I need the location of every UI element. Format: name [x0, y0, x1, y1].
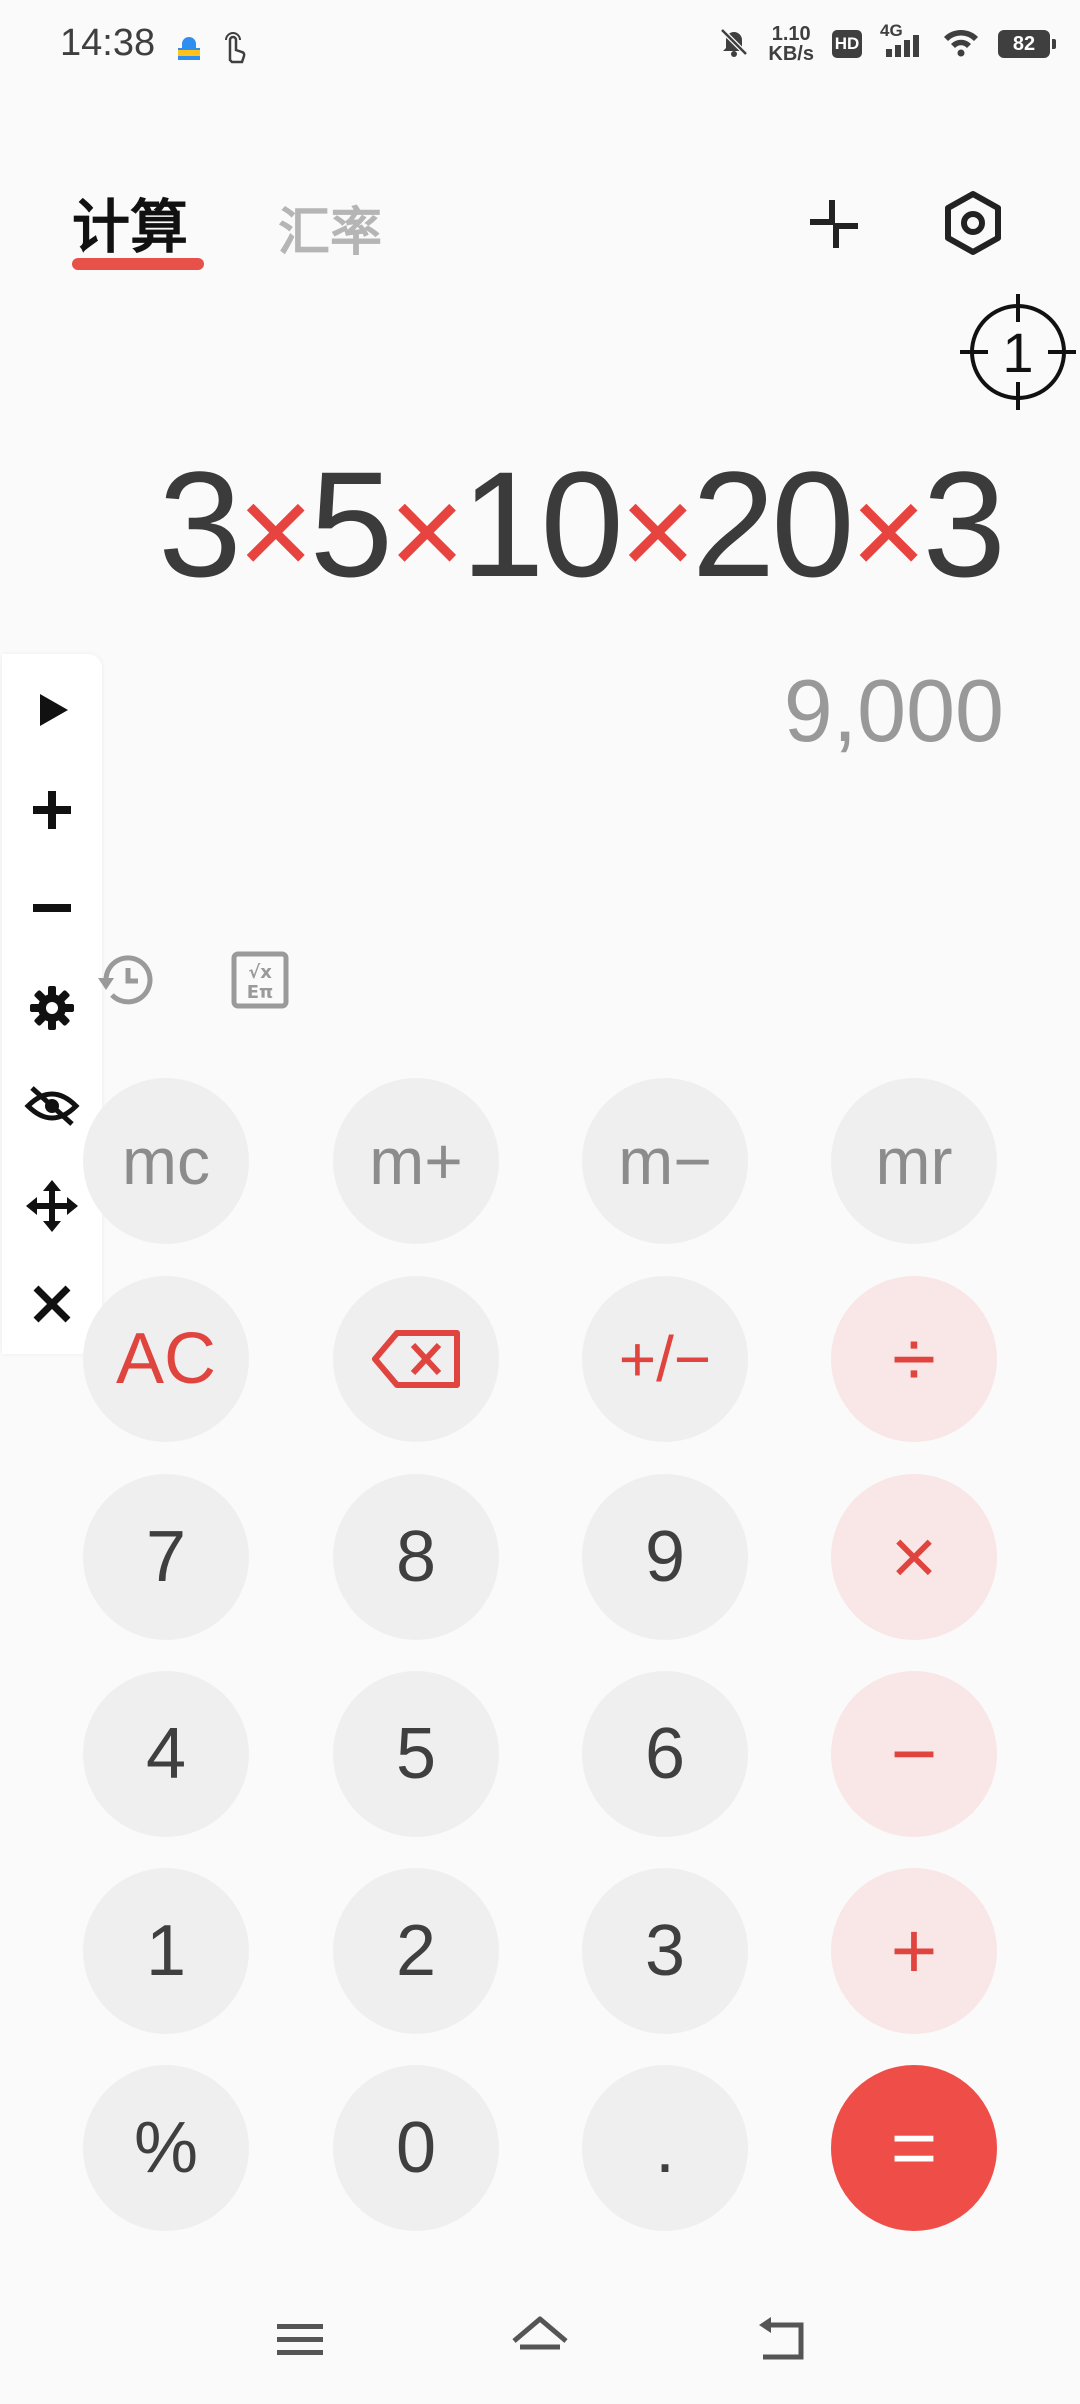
close-icon[interactable] — [24, 1276, 80, 1332]
history-icon[interactable] — [96, 950, 156, 1010]
key-4[interactable]: 4 — [83, 1671, 249, 1837]
result-display: 9,000 — [783, 661, 1004, 760]
expression-operator: × — [850, 458, 927, 604]
gear-icon[interactable] — [24, 980, 80, 1036]
plus-icon[interactable] — [24, 782, 80, 838]
tab-exchange-rate[interactable]: 汇率 — [278, 190, 382, 265]
crosshair-number: 1 — [1002, 321, 1034, 384]
menu-icon[interactable] — [270, 2310, 330, 2370]
key-divide[interactable]: ÷ — [831, 1276, 997, 1442]
svg-text:√x: √x — [248, 962, 272, 983]
key-percent[interactable]: % — [83, 2065, 249, 2231]
backspace-icon — [372, 1330, 460, 1388]
expression-operand: 20 — [691, 440, 855, 608]
home-icon[interactable] — [510, 2310, 570, 2370]
key-mc[interactable]: mc — [83, 1078, 249, 1244]
crosshair-marker: 1 — [958, 292, 1078, 412]
expression-operator: × — [619, 458, 696, 604]
key-plus[interactable]: + — [831, 1868, 997, 2034]
minus-icon[interactable] — [24, 880, 80, 936]
battery-indicator: 82 — [998, 30, 1056, 58]
expression-operator: × — [389, 458, 465, 604]
key-3[interactable]: 3 — [582, 1868, 748, 2034]
settings-icon[interactable] — [938, 188, 1008, 258]
expression-operand: 3 — [922, 440, 1006, 608]
wifi-icon — [942, 27, 980, 62]
svg-text:Eπ: Eπ — [247, 982, 274, 1003]
expression-display: 3×5×10×20×3 — [158, 438, 1006, 611]
key-1[interactable]: 1 — [83, 1868, 249, 2034]
collapse-icon[interactable] — [802, 192, 866, 256]
back-icon[interactable] — [750, 2310, 810, 2370]
key-2[interactable]: 2 — [333, 1868, 499, 2034]
status-time: 14:38 — [60, 22, 156, 64]
touch-icon — [218, 30, 250, 71]
key-9[interactable]: 9 — [582, 1474, 748, 1640]
key-minus[interactable]: − — [831, 1671, 997, 1837]
network-speed: 1.10 KB/s — [768, 23, 814, 65]
key-6[interactable]: 6 — [582, 1671, 748, 1837]
floating-toolbar — [2, 654, 102, 1354]
hd-badge: HD — [832, 30, 862, 58]
key-equals[interactable]: = — [831, 2065, 997, 2231]
key-m-minus[interactable]: m− — [582, 1078, 748, 1244]
mute-bell-icon — [718, 26, 750, 63]
key-0[interactable]: 0 — [333, 2065, 499, 2231]
key-decimal[interactable]: . — [582, 2065, 748, 2231]
key-mr[interactable]: mr — [831, 1078, 997, 1244]
expression-operator: × — [237, 458, 314, 604]
key-backspace[interactable] — [333, 1276, 499, 1442]
key-8[interactable]: 8 — [333, 1474, 499, 1640]
tab-active-indicator — [72, 258, 204, 270]
tab-calculate[interactable]: 计算 — [72, 180, 188, 264]
play-icon[interactable] — [24, 682, 80, 738]
key-multiply[interactable]: × — [831, 1474, 997, 1640]
scientific-mode-icon[interactable]: √x Eπ — [230, 950, 290, 1010]
app-notification-icon — [172, 30, 206, 69]
key-7[interactable]: 7 — [83, 1474, 249, 1640]
expression-operand: 3 — [158, 440, 241, 608]
signal-icon: 4G — [880, 21, 924, 61]
expression-operand: 5 — [309, 440, 393, 608]
key-m-plus[interactable]: m+ — [333, 1078, 499, 1244]
hide-eye-icon[interactable] — [24, 1078, 80, 1134]
key-plus-minus[interactable]: +/− — [582, 1276, 748, 1442]
key-5[interactable]: 5 — [333, 1671, 499, 1837]
key-all-clear[interactable]: AC — [83, 1276, 249, 1442]
move-icon[interactable] — [24, 1178, 80, 1234]
expression-operand: 10 — [461, 440, 624, 608]
